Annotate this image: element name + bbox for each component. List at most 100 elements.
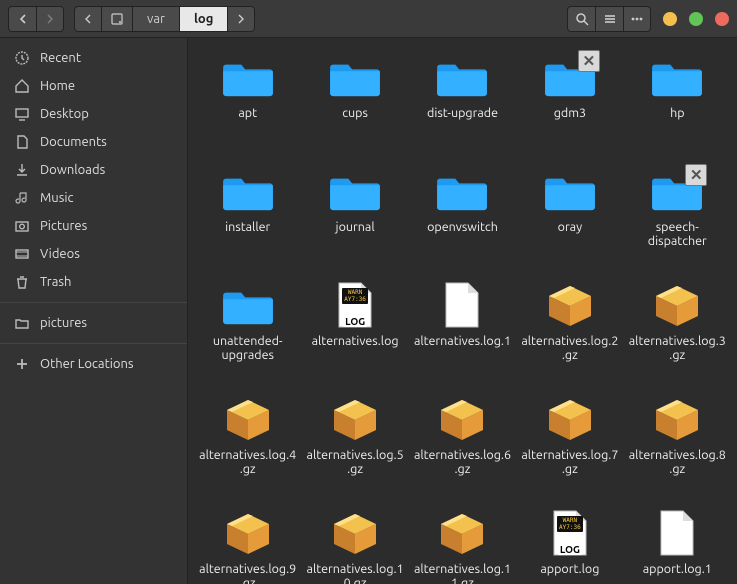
log-file-icon: WARNAY7:36LOG [542,508,598,558]
archive-icon [434,508,490,558]
file-label: installer [225,220,270,234]
file-label: apport.log.1 [643,562,712,576]
file-item[interactable]: alternatives.log.4.gz [196,392,299,500]
path-segment-log[interactable]: log [179,6,227,32]
folder-icon [220,280,276,330]
file-label: alternatives.log.3.gz [627,334,727,363]
file-label: cups [342,106,368,120]
file-label: apt [238,106,257,120]
file-item[interactable]: alternatives.log.7.gz [518,392,621,500]
window-close-button[interactable] [715,12,729,26]
file-item[interactable]: ✕speech-dispatcher [626,164,729,272]
file-item[interactable]: oray [518,164,621,272]
sidebar-item-recent[interactable]: Recent [0,44,187,72]
file-label: alternatives.log [312,334,399,348]
file-item[interactable]: alternatives.log.5.gz [303,392,406,500]
file-label: alternatives.log.5.gz [305,448,405,477]
file-item[interactable]: alternatives.log.6.gz [411,392,514,500]
folder-icon [327,166,383,216]
path-segment-nav-back-small[interactable] [74,6,101,32]
file-item[interactable]: installer [196,164,299,272]
home-icon [14,78,30,94]
archive-icon [542,394,598,444]
file-label: hp [670,106,684,120]
file-item[interactable]: alternatives.log.10.gz [303,506,406,584]
disk-icon [110,12,124,26]
folder-icon [220,52,276,102]
file-item[interactable]: journal [303,164,406,272]
sidebar-item-label: Videos [40,247,80,261]
sidebar-item-other-locations[interactable]: Other Locations [0,350,187,378]
file-item[interactable]: unattended-upgrades [196,278,299,386]
archive-icon [434,394,490,444]
file-item[interactable]: hp [626,50,729,158]
path-segment-var[interactable]: var [132,6,179,32]
file-label: oray [558,220,582,234]
archive-icon [649,280,705,330]
sidebar-item-label: Other Locations [40,357,134,371]
folder-icon [14,315,30,331]
file-item[interactable]: WARNAY7:36LOGapport.log [518,506,621,584]
sidebar-item-label: Desktop [40,107,89,121]
file-item[interactable]: alternatives.log.2.gz [518,278,621,386]
file-item[interactable]: alternatives.log.8.gz [626,392,729,500]
sidebar-item-videos[interactable]: Videos [0,240,187,268]
folder-icon [434,166,490,216]
file-item[interactable]: alternatives.log.1 [411,278,514,386]
pathbar: varlog [74,6,255,32]
file-item[interactable]: alternatives.log.11.gz [411,506,514,584]
window-maximize-button[interactable] [689,12,703,26]
sidebar-item-label: Music [40,191,74,205]
window-minimize-button[interactable] [663,12,677,26]
folder-icon [327,52,383,102]
file-item[interactable]: cups [303,50,406,158]
nav-forward-button[interactable] [36,6,64,32]
sidebar-item-label: Recent [40,51,81,65]
file-item[interactable]: openvswitch [411,164,514,272]
list-view-button[interactable] [595,6,623,32]
chevron-left-icon [17,13,29,25]
file-label: alternatives.log.4.gz [198,448,298,477]
sidebar-item-downloads[interactable]: Downloads [0,156,187,184]
sidebar-item-label: Downloads [40,163,105,177]
archive-icon [327,394,383,444]
file-label: alternatives.log.7.gz [520,448,620,477]
downloads-icon [14,162,30,178]
videos-icon [14,246,30,262]
log-warn-decoration: WARNAY7:36 [342,288,368,304]
file-item[interactable]: alternatives.log.3.gz [626,278,729,386]
path-segment-disk[interactable] [101,6,132,32]
list-view-icon [603,12,617,26]
search-button[interactable] [567,6,595,32]
file-label: alternatives.log.2.gz [520,334,620,363]
file-item[interactable]: apport.log.1 [626,506,729,584]
file-item[interactable]: alternatives.log.9.gz [196,506,299,584]
desktop-icon [14,106,30,122]
file-label: alternatives.log.9.gz [198,562,298,584]
sidebar-item-label: Trash [40,275,71,289]
nav-back-forward-group [8,6,64,32]
sidebar-item-desktop[interactable]: Desktop [0,100,187,128]
trash-icon [14,274,30,290]
file-item[interactable]: apt [196,50,299,158]
path-segment-nav-fwd-small[interactable] [227,6,255,32]
sidebar-item-pictures[interactable]: Pictures [0,212,187,240]
sidebar-item-pictures[interactable]: pictures [0,309,187,337]
sidebar-item-music[interactable]: Music [0,184,187,212]
sidebar-item-trash[interactable]: Trash [0,268,187,296]
sidebar-item-home[interactable]: Home [0,72,187,100]
toolbar: varlog [0,0,737,38]
music-icon [14,190,30,206]
sidebar-item-documents[interactable]: Documents [0,128,187,156]
file-item[interactable]: WARNAY7:36LOGalternatives.log [303,278,406,386]
more-options-button[interactable] [623,6,651,32]
nav-back-button[interactable] [8,6,36,32]
archive-icon [542,280,598,330]
recent-icon [14,50,30,66]
file-label: gdm3 [554,106,586,120]
file-label: alternatives.log.10.gz [305,562,405,584]
search-icon [575,12,589,26]
file-item[interactable]: ✕gdm3 [518,50,621,158]
pictures-icon [14,218,30,234]
file-item[interactable]: dist-upgrade [411,50,514,158]
